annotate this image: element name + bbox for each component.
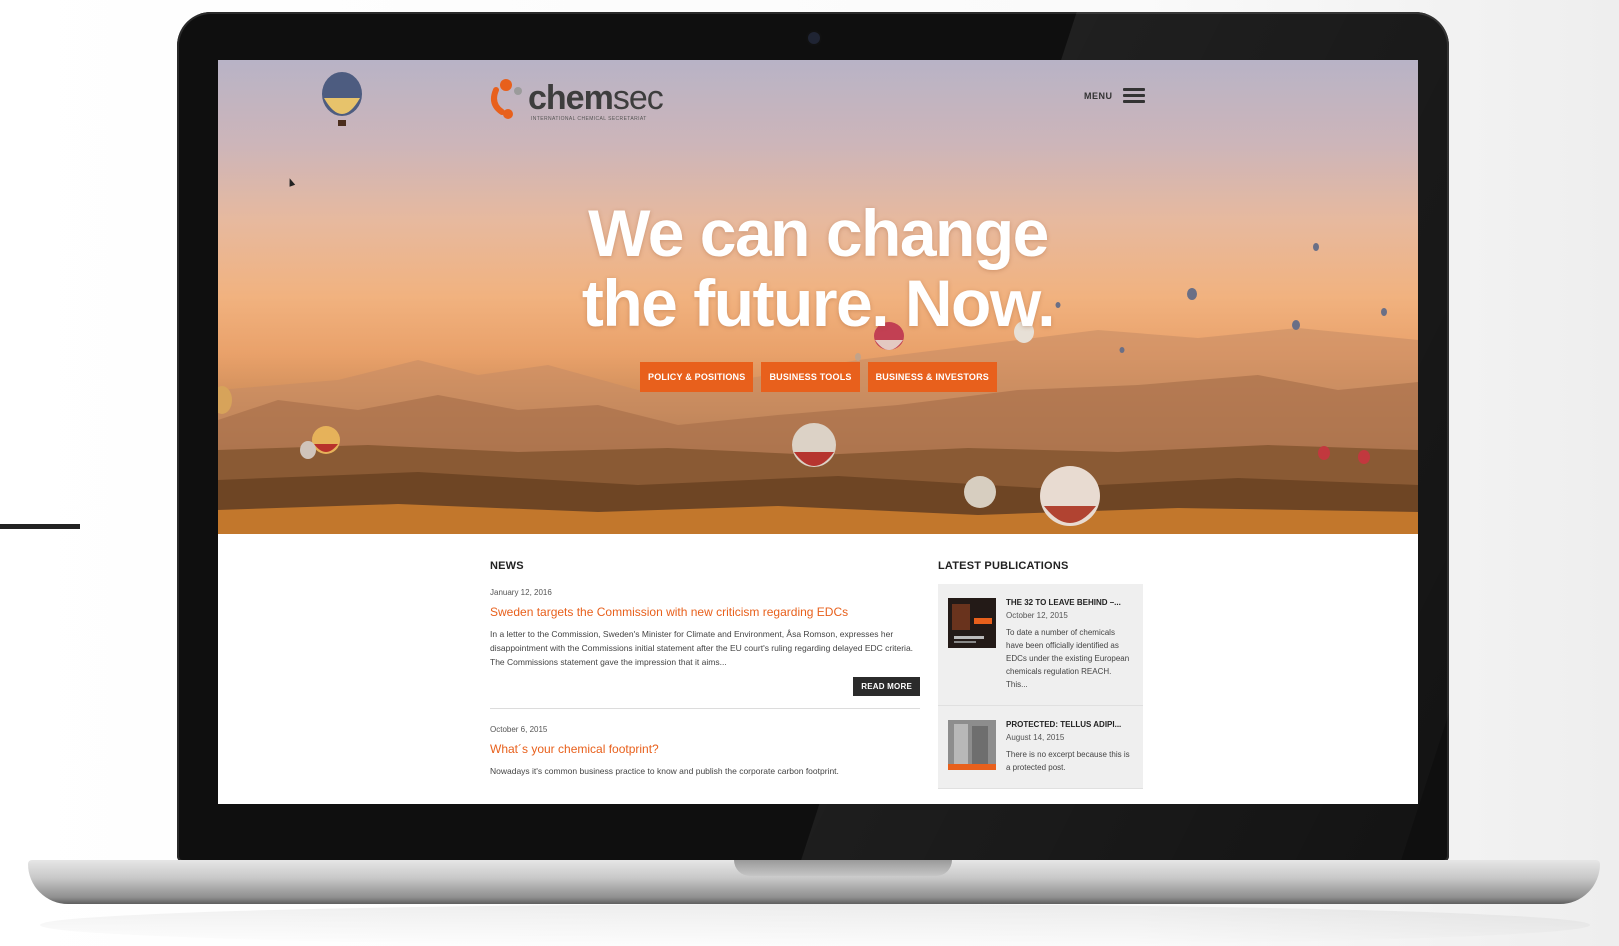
news-date: October 6, 2015 xyxy=(490,725,548,734)
logo-wordmark: chemsec xyxy=(528,79,664,117)
laptop-reflection xyxy=(40,904,1590,946)
news-date: January 12, 2016 xyxy=(490,588,552,597)
news-excerpt: Nowadays it's common business practice t… xyxy=(490,766,839,776)
business-investors-button[interactable]: BUSINESS & INVESTORS xyxy=(867,362,997,392)
news-heading: NEWS xyxy=(490,560,524,572)
balloon-large-topleft xyxy=(322,72,362,126)
news-title-link[interactable]: Sweden targets the Commission with new c… xyxy=(490,605,920,619)
publication-cover-thumbnail xyxy=(948,720,996,770)
content-area: NEWS January 12, 2016 Sweden targets the… xyxy=(218,534,1418,804)
chemsec-logo[interactable]: chemsec INTERNATIONAL CHEMICAL SECRETARI… xyxy=(488,78,688,122)
publication-body: THE 32 TO LEAVE BEHIND –... October 12, … xyxy=(1006,598,1133,691)
publication-date: October 12, 2015 xyxy=(1006,611,1068,620)
menu-label: MENU xyxy=(1084,91,1113,101)
camera-icon xyxy=(808,32,820,44)
publication-item[interactable]: THE 32 TO LEAVE BEHIND –... October 12, … xyxy=(938,584,1143,706)
news-divider xyxy=(490,708,920,709)
decorative-line xyxy=(0,524,80,529)
publication-title: PROTECTED: TELLUS ADIPI... xyxy=(1006,720,1122,729)
browser-viewport: chemsec INTERNATIONAL CHEMICAL SECRETARI… xyxy=(218,60,1418,804)
publications-section: LATEST PUBLICATIONS THE 32 TO LEAVE BEHI… xyxy=(938,560,1143,789)
publication-body: PROTECTED: TELLUS ADIPI... August 14, 20… xyxy=(1006,720,1133,774)
hero-cta-group: POLICY & POSITIONS BUSINESS TOOLS BUSINE… xyxy=(640,362,997,392)
logo-tagline: INTERNATIONAL CHEMICAL SECRETARIAT xyxy=(531,116,647,122)
menu-button[interactable]: MENU xyxy=(1084,88,1145,104)
hero-headline-line-2: the future. Now. xyxy=(581,266,1056,340)
hero-banner: chemsec INTERNATIONAL CHEMICAL SECRETARI… xyxy=(218,60,1418,534)
read-more-row: READ MORE xyxy=(490,677,920,696)
news-item: January 12, 2016 Sweden targets the Comm… xyxy=(490,588,920,709)
publication-date: August 14, 2015 xyxy=(1006,733,1065,742)
laptop-base xyxy=(28,860,1600,904)
business-tools-button[interactable]: BUSINESS TOOLS xyxy=(761,362,860,392)
hamburger-icon xyxy=(1122,88,1145,104)
hero-headline-line-1: We can change xyxy=(588,196,1049,270)
news-section: NEWS January 12, 2016 Sweden targets the… xyxy=(490,560,920,778)
laptop-notch xyxy=(734,860,952,876)
publication-excerpt: There is no excerpt because this is a pr… xyxy=(1006,750,1130,772)
chemsec-logo-mark-icon xyxy=(491,79,522,119)
publications-list: THE 32 TO LEAVE BEHIND –... October 12, … xyxy=(938,584,1143,789)
publication-item[interactable]: PROTECTED: TELLUS ADIPI... August 14, 20… xyxy=(938,706,1143,789)
news-title-link[interactable]: What´s your chemical footprint? xyxy=(490,742,920,756)
publication-cover-thumbnail xyxy=(948,598,996,648)
publication-title: THE 32 TO LEAVE BEHIND –... xyxy=(1006,598,1121,607)
publications-heading: LATEST PUBLICATIONS xyxy=(938,560,1069,572)
hero-headline: We can change the future. Now. xyxy=(518,198,1118,338)
news-item: October 6, 2015 What´s your chemical foo… xyxy=(490,725,920,778)
policy-positions-button[interactable]: POLICY & POSITIONS xyxy=(640,362,754,392)
news-excerpt: In a letter to the Commission, Sweden's … xyxy=(490,629,914,667)
publication-excerpt: To date a number of chemicals have been … xyxy=(1006,628,1130,689)
read-more-button[interactable]: READ MORE xyxy=(853,677,920,696)
